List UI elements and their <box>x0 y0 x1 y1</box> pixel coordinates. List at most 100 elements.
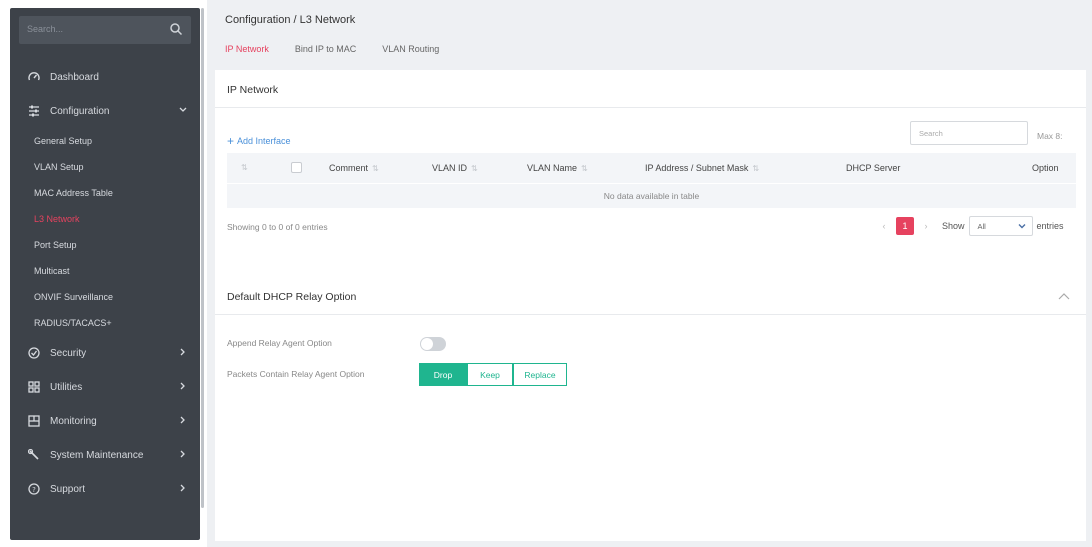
drop-button[interactable]: Drop <box>419 363 467 386</box>
column-header-option: Option <box>1032 163 1059 173</box>
sidebar-item-monitoring[interactable]: Monitoring <box>10 404 200 438</box>
sidebar-item-label: Support <box>50 483 86 495</box>
select-all-checkbox[interactable] <box>291 162 302 173</box>
toggle-knob <box>421 338 433 350</box>
next-page-button[interactable]: › <box>916 221 936 231</box>
chevron-right-icon <box>180 450 185 458</box>
sidebar-item-label: Utilities <box>50 381 83 393</box>
column-header-ip-address[interactable]: IP Address / Subnet Mask ⇅ <box>645 163 759 173</box>
sidebar-item-label: Configuration <box>50 105 110 117</box>
monitoring-icon <box>28 415 40 427</box>
tab-ip-network[interactable]: IP Network <box>225 44 269 60</box>
sidebar-item-label: System Maintenance <box>50 449 144 461</box>
chevron-right-icon <box>180 484 185 492</box>
chevron-right-icon <box>180 382 185 390</box>
sidebar-subitem-label: L3 Network <box>34 214 80 224</box>
sidebar-nav: Dashboard Configuration General Setup VL… <box>10 60 200 506</box>
relay-section-title: Default DHCP Relay Option <box>227 291 357 303</box>
table-info: Showing 0 to 0 of 0 entries <box>227 222 328 232</box>
sidebar-subitem-radius-tacacs[interactable]: RADIUS/TACACS+ <box>10 310 200 336</box>
sidebar-search-input[interactable]: Search... <box>19 16 191 44</box>
sidebar-item-dashboard[interactable]: Dashboard <box>10 60 200 94</box>
sort-icon: ⇅ <box>752 164 760 173</box>
relay-option-segmented: Drop Keep Replace <box>419 363 567 386</box>
sidebar-item-support[interactable]: ? Support <box>10 472 200 506</box>
column-label: IP Address / Subnet Mask <box>645 163 749 173</box>
security-icon <box>28 347 40 359</box>
add-interface-label: Add Interface <box>237 136 291 146</box>
sidebar-item-label: Security <box>50 347 87 359</box>
sort-icon: ⇅ <box>372 164 379 173</box>
plus-icon: + <box>227 134 235 148</box>
sidebar-subitem-port-setup[interactable]: Port Setup <box>10 232 200 258</box>
main-panel: IP Network + Add Interface Search Max 8:… <box>215 70 1086 541</box>
utilities-icon <box>28 381 40 393</box>
sidebar-subitem-label: MAC Address Table <box>34 188 113 198</box>
chevron-up-icon[interactable] <box>1058 292 1070 300</box>
entries-select[interactable]: All <box>968 216 1033 236</box>
page-button-current[interactable]: 1 <box>896 217 914 235</box>
append-relay-toggle[interactable] <box>420 337 446 351</box>
sidebar-subitem-mac-address-table[interactable]: MAC Address Table <box>10 180 200 206</box>
section-divider <box>215 107 1086 108</box>
show-label: Show <box>942 221 965 231</box>
sort-icon: ⇅ <box>471 164 478 173</box>
sidebar-subitem-onvif-surveillance[interactable]: ONVIF Surveillance <box>10 284 200 310</box>
section-divider <box>215 314 1086 315</box>
column-label: VLAN ID <box>432 163 468 173</box>
add-interface-button[interactable]: + Add Interface <box>227 134 291 148</box>
keep-button[interactable]: Keep <box>467 363 513 386</box>
replace-button[interactable]: Replace <box>513 363 567 386</box>
pagination: ‹ 1 › Show All entries <box>874 216 1064 236</box>
entries-select-value: All <box>977 222 986 231</box>
column-label: Comment <box>329 163 369 173</box>
ip-network-title: IP Network <box>227 84 279 96</box>
table-search-placeholder: Search <box>919 129 943 138</box>
sidebar-item-security[interactable]: Security <box>10 336 200 370</box>
svg-text:?: ? <box>32 486 36 494</box>
sidebar-subitem-label: Port Setup <box>34 240 77 250</box>
table-empty-row: No data available in table <box>227 184 1076 208</box>
column-header-vlan-name[interactable]: VLAN Name ⇅ <box>527 163 588 173</box>
table-header: ⇅ Comment ⇅ VLAN ID ⇅ VLAN Name ⇅ IP Addres… <box>227 153 1076 183</box>
sidebar-subitem-general-setup[interactable]: General Setup <box>10 128 200 154</box>
sidebar-subitem-label: Multicast <box>34 266 70 276</box>
chevron-down-icon <box>179 107 187 112</box>
append-relay-label: Append Relay Agent Option <box>227 338 332 348</box>
sidebar-item-utilities[interactable]: Utilities <box>10 370 200 404</box>
system-maintenance-icon <box>28 449 40 461</box>
sidebar-item-configuration[interactable]: Configuration <box>10 94 200 128</box>
dashboard-icon <box>28 71 40 83</box>
sidebar-item-label: Monitoring <box>50 415 97 427</box>
sort-icon: ⇅ <box>581 164 588 173</box>
sidebar-subitem-vlan-setup[interactable]: VLAN Setup <box>10 154 200 180</box>
sidebar-panel: Search... Dashboard Configuration Genera… <box>10 8 200 540</box>
breadcrumb: Configuration / L3 Network <box>225 14 356 26</box>
sidebar-scrollbar[interactable] <box>201 8 204 508</box>
prev-page-button[interactable]: ‹ <box>874 221 894 231</box>
tab-bind-ip-to-mac[interactable]: Bind IP to MAC <box>295 44 356 60</box>
column-header-dhcp-server: DHCP Server <box>846 163 901 173</box>
sidebar-subitem-multicast[interactable]: Multicast <box>10 258 200 284</box>
sidebar-search-placeholder: Search... <box>27 24 64 34</box>
sort-icon[interactable]: ⇅ <box>241 163 248 172</box>
column-header-comment[interactable]: Comment ⇅ <box>329 163 379 173</box>
search-icon[interactable] <box>169 22 183 36</box>
support-icon: ? <box>28 483 40 495</box>
chevron-down-icon <box>1018 224 1026 229</box>
sidebar-subitem-label: RADIUS/TACACS+ <box>34 318 112 328</box>
packets-relay-label: Packets Contain Relay Agent Option <box>227 369 365 379</box>
max-label: Max 8: <box>1037 131 1063 141</box>
tab-bar: IP Network Bind IP to MAC VLAN Routing <box>225 44 465 60</box>
sidebar-subitem-label: VLAN Setup <box>34 162 84 172</box>
table-search-input[interactable]: Search <box>910 121 1028 145</box>
sidebar-item-system-maintenance[interactable]: System Maintenance <box>10 438 200 472</box>
sidebar-item-label: Dashboard <box>50 71 99 83</box>
sidebar-subitem-label: ONVIF Surveillance <box>34 292 114 302</box>
chevron-right-icon <box>180 416 185 424</box>
tab-vlan-routing[interactable]: VLAN Routing <box>382 44 439 60</box>
column-header-vlan-id[interactable]: VLAN ID ⇅ <box>432 163 478 173</box>
chevron-right-icon <box>180 348 185 356</box>
sidebar-subitem-l3-network[interactable]: L3 Network <box>10 206 200 232</box>
sidebar: Search... Dashboard Configuration Genera… <box>0 0 207 547</box>
